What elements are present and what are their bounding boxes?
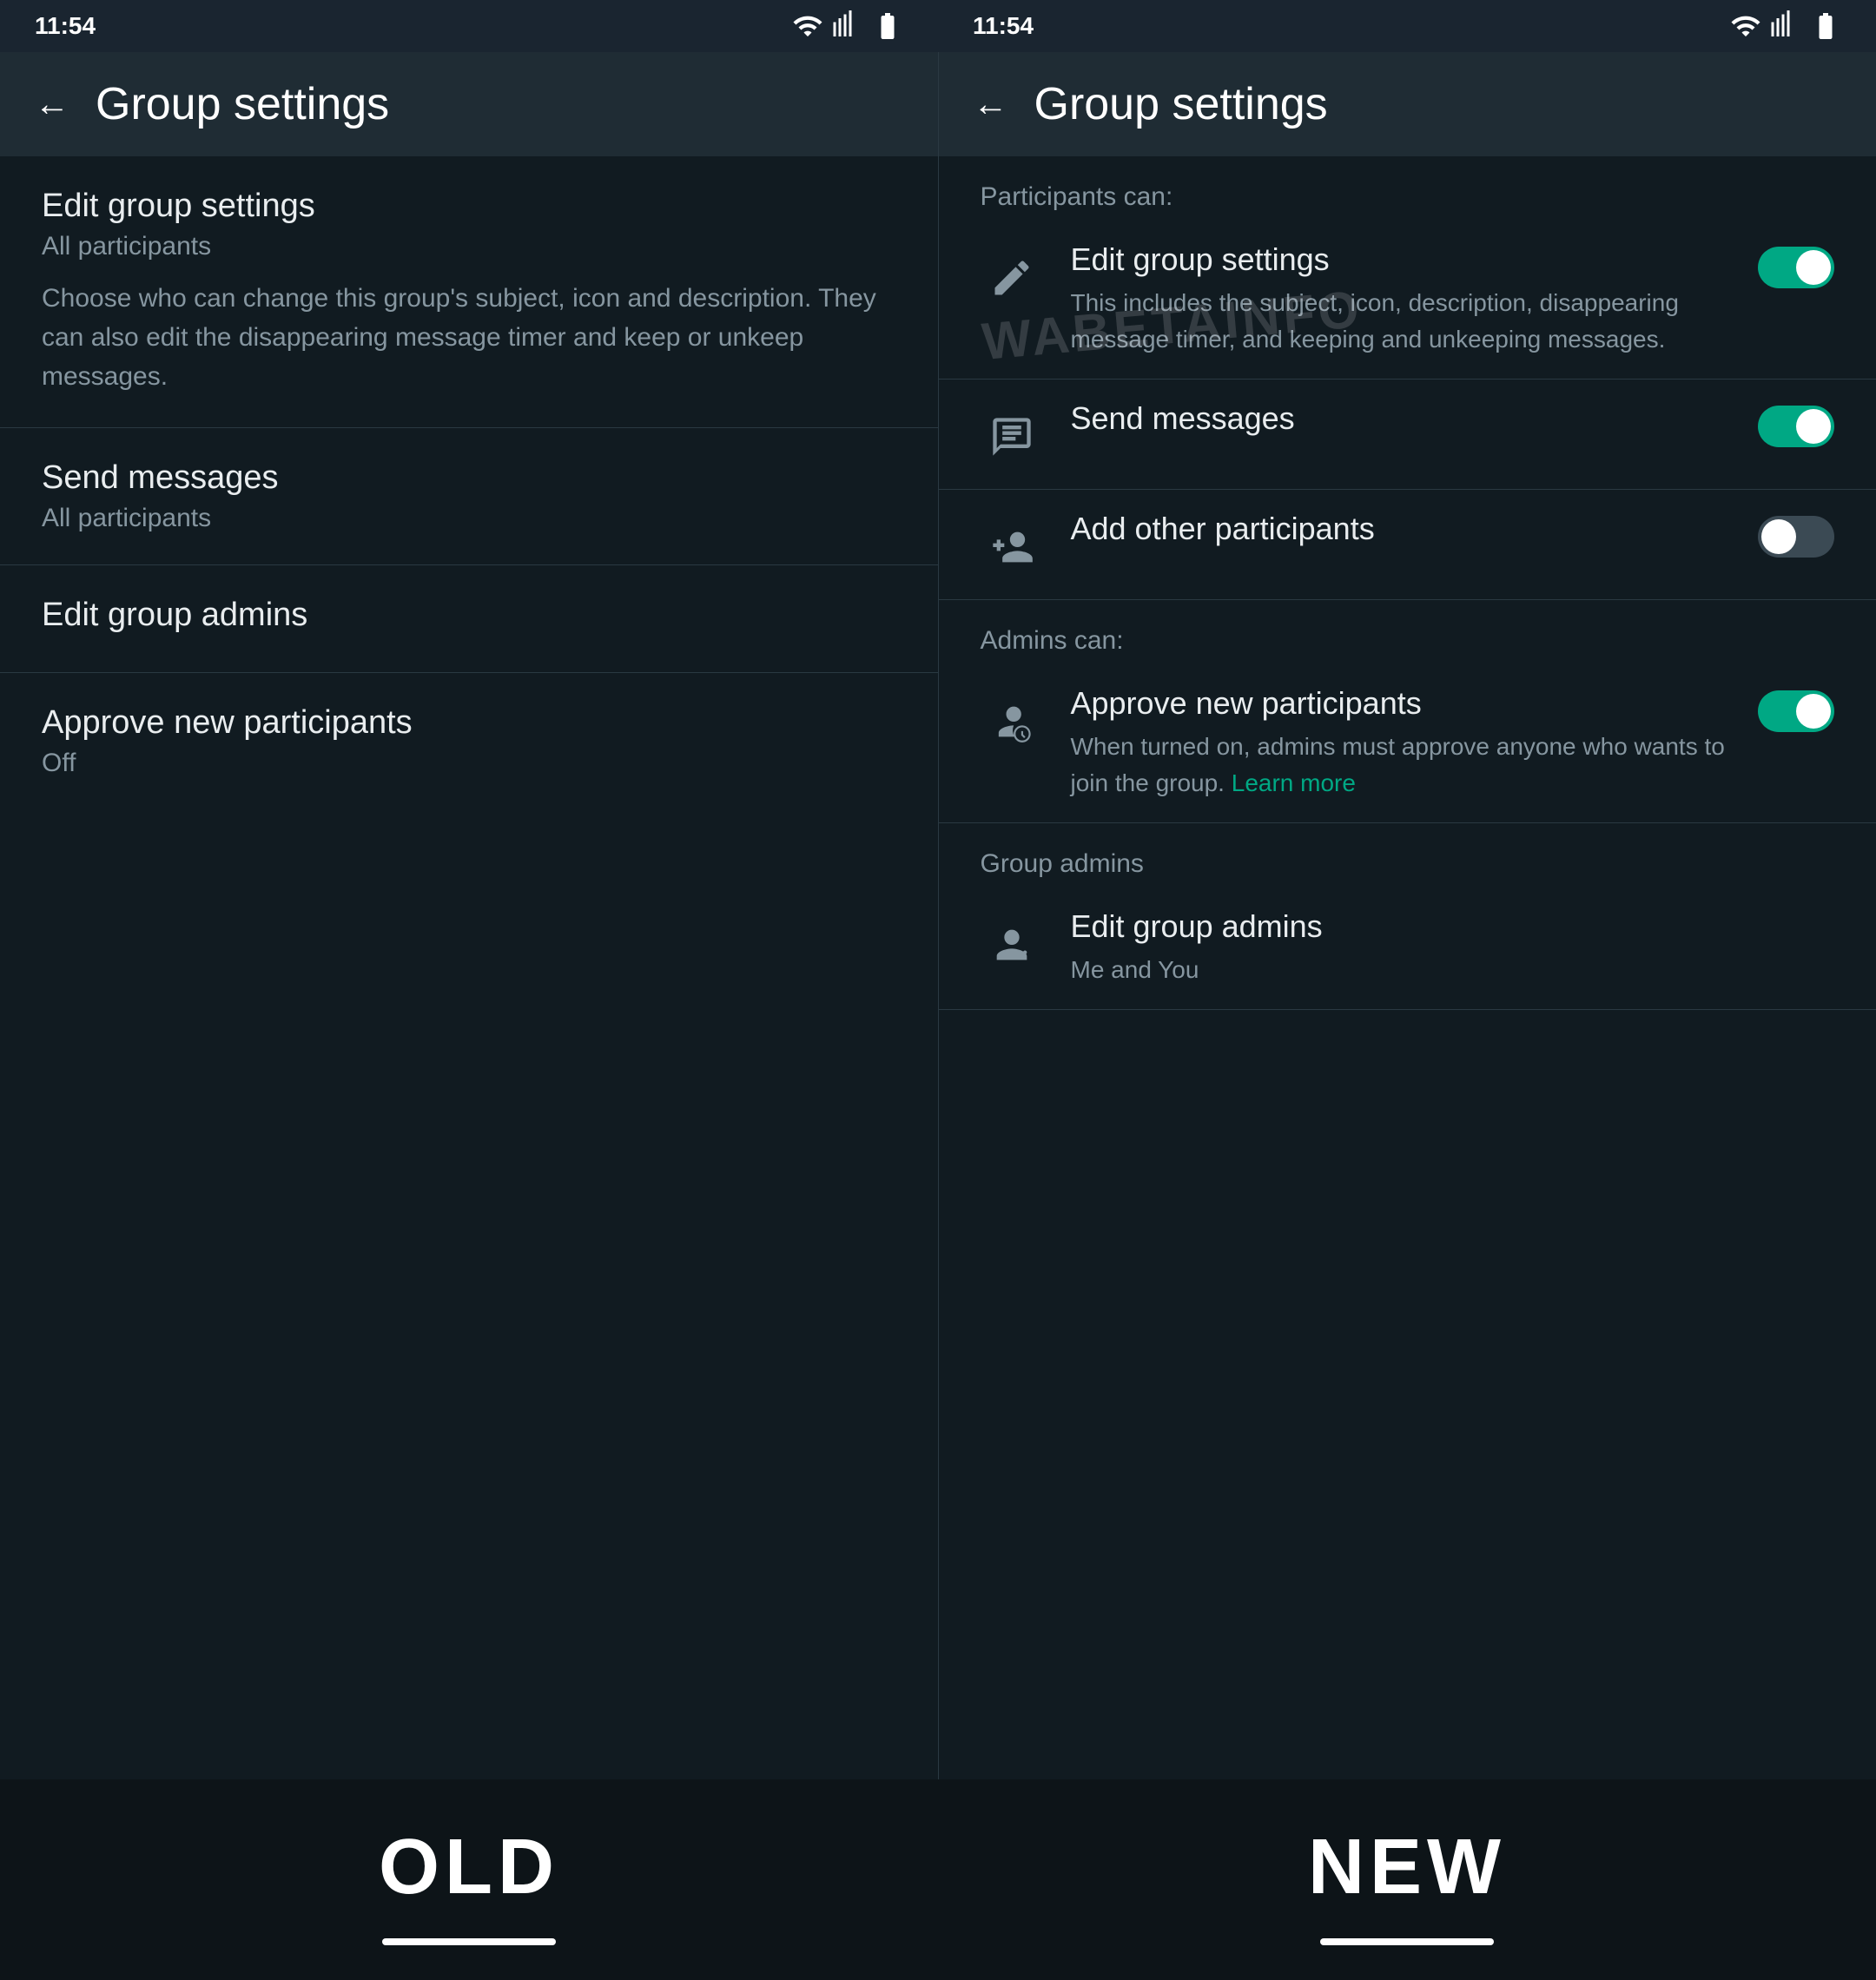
right-status-icons [1730,10,1841,42]
item-title: Edit group admins [1071,908,1835,945]
item-title: Send messages [1071,400,1731,437]
item-title: Approve new participants [1071,685,1731,722]
item-title: Edit group admins [42,597,896,634]
toggle-edit-settings[interactable] [1758,247,1834,288]
wifi-icon-r [1730,10,1761,42]
item-content: Approve new participants When turned on,… [1071,685,1731,802]
list-item[interactable]: Edit group settings All participants Cho… [0,156,938,428]
toggle-approve-participants[interactable] [1758,690,1834,732]
toggle-switch[interactable] [1758,516,1834,558]
section-label-participants: Participants can: [939,156,1876,221]
right-nav-indicator [1320,1938,1494,1945]
person-gear-icon [981,914,1043,976]
toggle-switch[interactable] [1758,406,1834,447]
left-back-button[interactable]: ← [35,85,69,124]
battery-icon [872,10,903,42]
item-title: Approve new participants [42,704,896,742]
item-subtitle: Me and You [1071,952,1835,988]
wifi-icon [792,10,823,42]
right-settings-list: Participants can: Edit group settings Th… [939,156,1876,1779]
item-content: Edit group settings This includes the su… [1071,241,1731,358]
message-icon [981,406,1043,468]
approve-desc-text: When turned on, admins must approve anyo… [1071,733,1725,796]
list-item[interactable]: Send messages All participants [0,428,938,565]
toggle-knob [1761,519,1796,554]
left-header: ← Group settings [0,52,938,156]
item-content: Send messages [1071,400,1731,444]
new-label: NEW [1308,1823,1506,1912]
left-status-bar: 11:54 [0,0,938,52]
toggle-switch[interactable] [1758,690,1834,732]
new-settings-item-group-admins[interactable]: Edit group admins Me and You [939,888,1876,1010]
new-settings-item-approve[interactable]: Approve new participants When turned on,… [939,664,1876,823]
item-desc: When turned on, admins must approve anyo… [1071,729,1731,802]
new-settings-item-send[interactable]: Send messages [939,380,1876,490]
item-subtitle: All participants [42,504,896,533]
new-settings-item-add[interactable]: Add other participants [939,490,1876,600]
left-header-title: Group settings [96,78,389,130]
section-label-group-admins: Group admins [939,823,1876,888]
item-title: Edit group settings [42,188,896,225]
section-label-admins: Admins can: [939,600,1876,664]
toggle-send-messages[interactable] [1758,406,1834,447]
right-back-button[interactable]: ← [974,85,1008,124]
item-content: Edit group admins Me and You [1071,908,1835,988]
left-panel: ← Group settings Edit group settings All… [0,52,939,1779]
item-title: Send messages [42,459,896,497]
right-header: ← Group settings [939,52,1876,156]
item-desc: This includes the subject, icon, descrip… [1071,285,1731,358]
right-status-time: 11:54 [973,12,1034,40]
learn-more-link[interactable]: Learn more [1232,769,1356,796]
item-title: Add other participants [1071,511,1731,547]
right-status-bar: 11:54 [938,0,1876,52]
toggle-knob [1796,694,1831,729]
left-settings-list: Edit group settings All participants Cho… [0,156,938,1779]
left-status-icons [792,10,903,42]
battery-icon-r [1810,10,1841,42]
toggle-switch[interactable] [1758,247,1834,288]
item-subtitle: All participants [42,232,896,261]
bottom-left: OLD [0,1779,938,1980]
old-label: OLD [379,1823,559,1912]
right-panel: ← Group settings Participants can: Edit … [939,52,1876,1779]
item-title: Edit group settings [1071,241,1731,278]
signal-icon-r [1770,10,1801,42]
bottom-labels: OLD NEW [0,1779,1876,1980]
item-subtitle: Off [42,749,896,778]
signal-icon [832,10,863,42]
pencil-icon [981,247,1043,309]
list-item[interactable]: Edit group admins [0,565,938,673]
new-settings-item-edit[interactable]: Edit group settings This includes the su… [939,221,1876,380]
list-item[interactable]: Approve new participants Off [0,673,938,809]
toggle-add-participants[interactable] [1758,516,1834,558]
right-header-title: Group settings [1034,78,1328,130]
left-status-time: 11:54 [35,12,96,40]
add-person-icon [981,516,1043,578]
toggle-knob [1796,250,1831,285]
item-content: Add other participants [1071,511,1731,554]
person-clock-icon [981,690,1043,753]
item-desc: Choose who can change this group's subje… [42,279,896,396]
left-nav-indicator [382,1938,556,1945]
toggle-knob [1796,409,1831,444]
bottom-right: NEW [938,1779,1876,1980]
